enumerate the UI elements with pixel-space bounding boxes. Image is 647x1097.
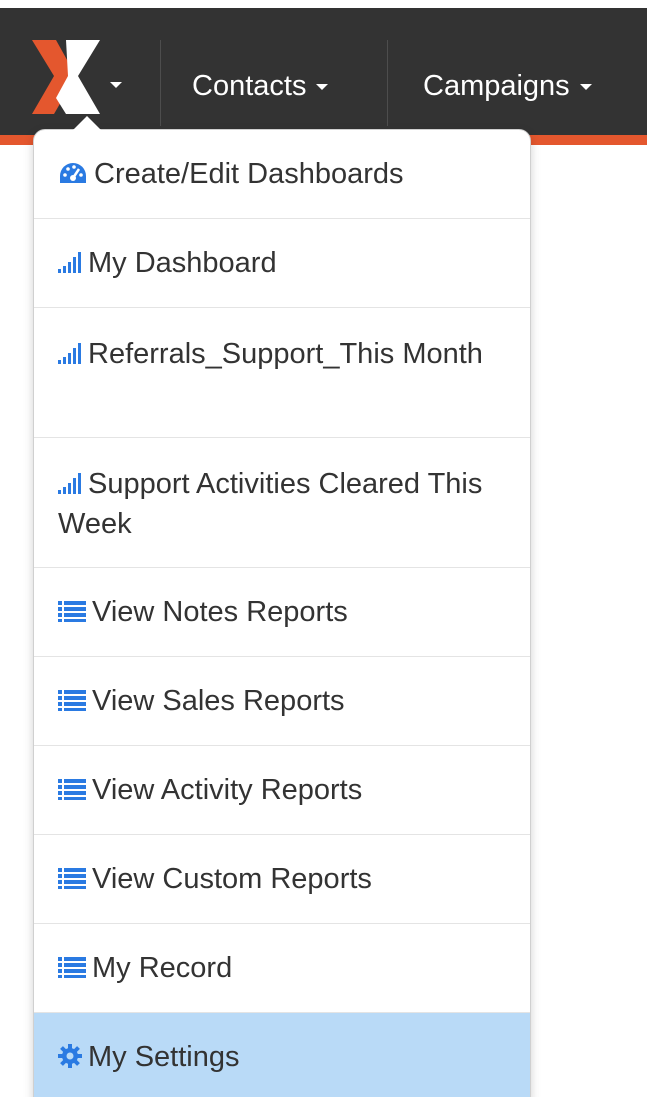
dashboard-gauge-icon (58, 161, 88, 185)
navbar-divider (160, 40, 161, 126)
caret-down-icon (579, 84, 592, 91)
menu-item-view-custom-reports[interactable]: View Custom Reports (34, 835, 530, 924)
menu-item-label: View Notes Reports (92, 596, 348, 628)
menu-item-label: Support Activities Cleared This Week (58, 468, 483, 540)
nav-campaigns-label: Campaigns (423, 70, 570, 102)
menu-item-create-edit-dashboards[interactable]: Create/Edit Dashboards (34, 130, 530, 219)
nav-campaigns[interactable]: Campaigns (423, 66, 592, 106)
list-icon (58, 689, 86, 712)
menu-item-label: My Record (92, 952, 233, 984)
menu-item-my-record[interactable]: My Record (34, 924, 530, 1013)
menu-item-label: My Dashboard (88, 247, 277, 279)
gear-icon (58, 1044, 82, 1069)
brand-logo[interactable] (30, 38, 130, 118)
list-icon (58, 600, 86, 623)
app-page: Contacts Campaigns Create/Edit Dashboard… (0, 0, 647, 1097)
signal-bars-icon (58, 472, 82, 495)
brand-caret-down-icon[interactable] (110, 82, 122, 88)
x-logo-icon (32, 40, 100, 114)
menu-item-referrals-support-this-month[interactable]: Referrals_Support_This Month (34, 308, 530, 438)
menu-item-my-settings[interactable]: My Settings (34, 1013, 530, 1097)
caret-down-icon (316, 84, 329, 91)
menu-item-view-notes-reports[interactable]: View Notes Reports (34, 568, 530, 657)
menu-item-label: My Settings (88, 1041, 240, 1073)
menu-item-label: View Sales Reports (92, 685, 345, 717)
list-icon (58, 867, 86, 890)
nav-contacts[interactable]: Contacts (192, 66, 329, 106)
menu-item-label: Referrals_Support_This Month (88, 338, 483, 370)
navbar-divider (387, 40, 388, 126)
menu-item-label: View Custom Reports (92, 863, 372, 895)
list-icon (58, 778, 86, 801)
menu-item-view-activity-reports[interactable]: View Activity Reports (34, 746, 530, 835)
dashboard-dropdown-menu: Create/Edit Dashboards My Dashboard Refe… (33, 129, 531, 1097)
menu-item-label: Create/Edit Dashboards (94, 158, 404, 190)
list-icon (58, 956, 86, 979)
dropdown-pointer (73, 116, 101, 130)
nav-contacts-label: Contacts (192, 70, 307, 102)
signal-bars-icon (58, 251, 82, 274)
menu-item-label: View Activity Reports (92, 774, 363, 806)
menu-item-my-dashboard[interactable]: My Dashboard (34, 219, 530, 308)
signal-bars-icon (58, 342, 82, 365)
menu-item-view-sales-reports[interactable]: View Sales Reports (34, 657, 530, 746)
menu-item-support-activities-cleared-this-week[interactable]: Support Activities Cleared This Week (34, 438, 530, 568)
